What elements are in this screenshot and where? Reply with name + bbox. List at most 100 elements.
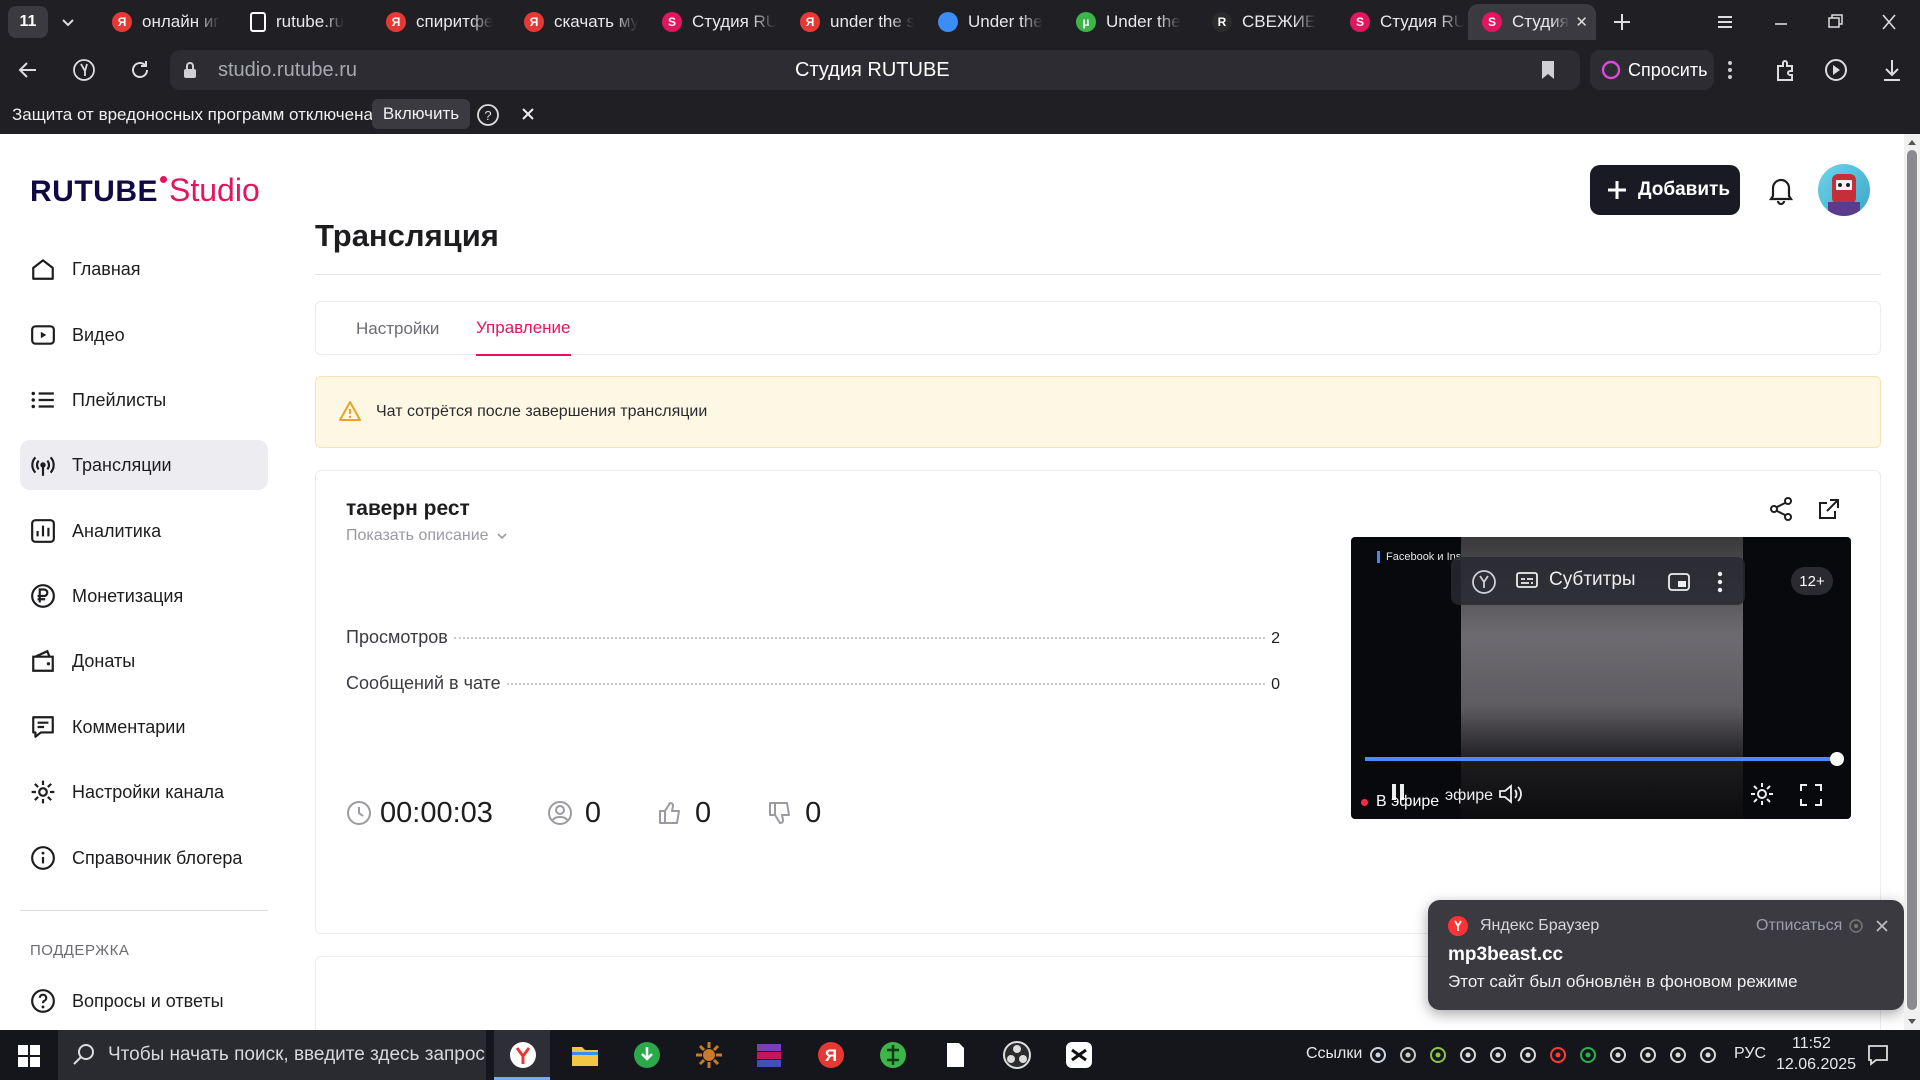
- tab-control[interactable]: Управление: [476, 302, 571, 356]
- winrar-icon[interactable]: [754, 1040, 784, 1070]
- taskbar-search[interactable]: Чтобы начать поиск, введите здесь запрос: [58, 1030, 486, 1080]
- equalizer-tray-icon[interactable]: [1518, 1045, 1538, 1065]
- file-explorer-icon[interactable]: [570, 1040, 600, 1070]
- yandex-tray-icon[interactable]: [1548, 1045, 1568, 1065]
- infobar-close-icon[interactable]: [520, 106, 536, 122]
- progress-track[interactable]: [1365, 757, 1837, 761]
- language-indicator[interactable]: РУС: [1734, 1045, 1766, 1063]
- battery-tray-icon[interactable]: [1608, 1045, 1628, 1065]
- browser-tab[interactable]: S Студия ✕: [1468, 4, 1596, 40]
- fullscreen-icon[interactable]: [1799, 783, 1823, 807]
- more-vertical-icon[interactable]: [1722, 58, 1738, 82]
- sidebar-item-video[interactable]: Видео: [20, 310, 268, 360]
- page-scrollbar[interactable]: [1904, 134, 1920, 1030]
- minimize-icon[interactable]: [1770, 12, 1792, 32]
- tabs-dropdown-icon[interactable]: [58, 12, 78, 32]
- media-player-icon[interactable]: [1822, 56, 1850, 84]
- shield-tray-icon[interactable]: [1578, 1045, 1598, 1065]
- browser-tab[interactable]: Яскачать му: [510, 4, 638, 40]
- browser-tab[interactable]: Яспиритфе: [372, 4, 500, 40]
- sidebar-item-analytics[interactable]: Аналитика: [20, 506, 268, 556]
- browser-tab[interactable]: S Студия RU: [648, 4, 776, 40]
- speaker-tray-icon[interactable]: [1698, 1045, 1718, 1065]
- green-app-icon[interactable]: [878, 1040, 908, 1070]
- sidebar-item-monetization[interactable]: Монетизация: [20, 571, 268, 621]
- document-app-icon[interactable]: [940, 1040, 970, 1070]
- bell-icon[interactable]: [1766, 174, 1796, 206]
- progress-thumb[interactable]: [1830, 752, 1844, 766]
- sidebar-item-blogger-guide[interactable]: Справочник блогера: [20, 833, 268, 883]
- sidebar-item-home[interactable]: Главная: [20, 244, 268, 294]
- clock-time[interactable]: 11:52: [1792, 1035, 1831, 1053]
- browser-menu-icon[interactable]: [1714, 12, 1736, 32]
- close-window-icon[interactable]: [1878, 12, 1900, 32]
- tab-settings[interactable]: Настройки: [356, 302, 439, 356]
- action-center-icon[interactable]: [1866, 1043, 1890, 1067]
- wifi-tray-icon[interactable]: [1638, 1045, 1658, 1065]
- subtitles-button[interactable]: Субтитры: [1515, 569, 1636, 591]
- download-icon[interactable]: [1878, 56, 1906, 84]
- player-more-icon[interactable]: [1713, 569, 1727, 595]
- pip-icon[interactable]: [1667, 571, 1691, 593]
- help-circle-icon[interactable]: ?: [476, 103, 500, 127]
- notification-settings-icon[interactable]: [1848, 918, 1864, 934]
- microphone-tray-icon[interactable]: [1668, 1045, 1688, 1065]
- scroll-up-icon[interactable]: [1907, 138, 1917, 146]
- scroll-down-icon[interactable]: [1907, 1018, 1917, 1026]
- browser-tab[interactable]: µ Under the: [1062, 4, 1190, 40]
- sidebar-item-channel-settings[interactable]: Настройки канала: [20, 767, 268, 817]
- share-icon[interactable]: [1768, 496, 1794, 522]
- arrow-tray-icon[interactable]: [1458, 1045, 1478, 1065]
- show-description-toggle[interactable]: Показать описание: [346, 527, 509, 545]
- chevron-down-icon: [496, 533, 507, 540]
- notification-unsubscribe[interactable]: Отписаться: [1756, 917, 1842, 935]
- obs-icon[interactable]: [1002, 1040, 1032, 1070]
- share-tray-icon[interactable]: [1488, 1045, 1508, 1065]
- support-item-faq[interactable]: Вопросы и ответы: [20, 976, 268, 1026]
- sidebar-item-comments[interactable]: Комментарии: [20, 702, 268, 752]
- reload-icon[interactable]: [128, 58, 152, 82]
- green-tray-icon[interactable]: [1428, 1045, 1448, 1065]
- rutube-studio-logo[interactable]: RUTUBE Studio: [30, 172, 260, 209]
- links-label[interactable]: Ссылки: [1306, 1045, 1362, 1063]
- new-tab-icon[interactable]: [1610, 10, 1634, 34]
- volume-icon[interactable]: [1497, 783, 1525, 805]
- browser-tab[interactable]: Яонлайн иг: [98, 4, 226, 40]
- yandex-app-icon[interactable]: Я: [816, 1040, 846, 1070]
- torrent-client-icon[interactable]: [632, 1040, 662, 1070]
- avatar[interactable]: [1818, 164, 1870, 216]
- notification-close-icon[interactable]: [1874, 918, 1890, 934]
- restore-icon[interactable]: [1824, 12, 1846, 32]
- browser-tab[interactable]: S Студия RU: [1336, 4, 1464, 40]
- ask-alice-button[interactable]: Спросить: [1590, 50, 1714, 90]
- browser-tab[interactable]: R СВЕЖИЕ: [1198, 4, 1326, 40]
- back-icon[interactable]: [16, 58, 40, 82]
- close-tab-icon[interactable]: ✕: [1575, 13, 1588, 31]
- yandex-player-icon[interactable]: [1471, 569, 1497, 595]
- tab-count-button[interactable]: 11: [8, 6, 48, 38]
- browser-tab[interactable]: rutube.ru: [236, 4, 364, 40]
- add-button[interactable]: Добавить: [1590, 165, 1740, 215]
- windows-start-icon[interactable]: [18, 1045, 40, 1067]
- capcut-icon[interactable]: [1064, 1040, 1094, 1070]
- bookmark-icon[interactable]: [1538, 59, 1558, 81]
- address-field[interactable]: studio.rutube.ru Студия RUTUBE: [170, 50, 1580, 90]
- yandex-browser-taskbar-icon[interactable]: [508, 1040, 538, 1070]
- extensions-icon[interactable]: [1772, 56, 1800, 84]
- network-app-tray-icon[interactable]: [1398, 1045, 1418, 1065]
- sidebar-item-broadcasts[interactable]: Трансляции: [20, 440, 268, 490]
- steam-tray-icon[interactable]: [1368, 1045, 1388, 1065]
- browser-tab[interactable]: Under the: [924, 4, 1052, 40]
- sidebar-item-donations[interactable]: Донаты: [20, 636, 268, 686]
- external-link-icon[interactable]: [1816, 496, 1842, 522]
- video-player[interactable]: Facebook и Ins Субтитры 12+ эфире В эфир…: [1351, 537, 1851, 819]
- infobar-enable-button[interactable]: Включить: [372, 99, 470, 129]
- clock-date[interactable]: 12.06.2025: [1776, 1056, 1856, 1074]
- yandex-home-icon[interactable]: [72, 58, 96, 82]
- browser-tab[interactable]: Яunder the s: [786, 4, 914, 40]
- scroll-thumb[interactable]: [1907, 150, 1917, 1010]
- sidebar-item-playlists[interactable]: Плейлисты: [20, 375, 268, 425]
- settings-app-icon[interactable]: [694, 1040, 724, 1070]
- settings-gear-icon[interactable]: [1749, 781, 1775, 807]
- notification-toast[interactable]: Яндекс Браузер Отписаться mp3beast.cc Эт…: [1428, 900, 1904, 1010]
